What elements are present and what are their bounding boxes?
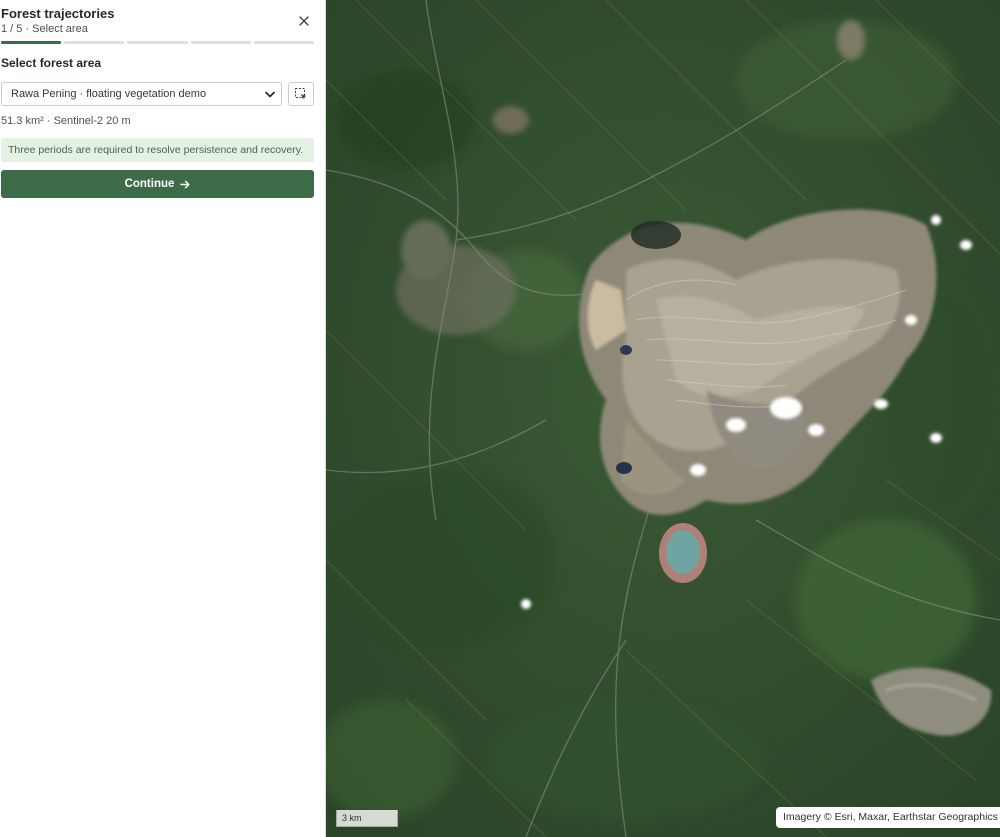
- info-notice: Three periods are required to resolve pe…: [1, 138, 314, 162]
- map-attribution: Imagery © Esri, Maxar, Earthstar Geograp…: [776, 807, 1000, 828]
- continue-button[interactable]: Continue: [1, 170, 314, 198]
- progress-step-5: [253, 41, 315, 44]
- sidebar-panel: Forest trajectories 1 / 5 · Select area …: [0, 0, 326, 837]
- close-icon: [299, 16, 309, 26]
- progress-step-1: [1, 41, 62, 44]
- forest-area-select[interactable]: Rawa Pening · floating vegetation demo: [1, 82, 282, 106]
- arrow-right-icon: [180, 180, 190, 188]
- close-button[interactable]: [294, 11, 314, 31]
- area-size-info: 51.3 km² · Sentinel-2 20 m: [1, 115, 131, 127]
- step-progress-bar: [1, 41, 315, 44]
- map-view[interactable]: 3 km Imagery © Esri, Maxar, Earthstar Ge…: [326, 0, 1000, 837]
- forest-area-select-value: Rawa Pening · floating vegetation demo: [11, 88, 207, 100]
- panel-title: Forest trajectories: [1, 6, 115, 21]
- map-scale-bar: 3 km: [336, 810, 398, 827]
- draw-selection-icon: [295, 88, 307, 100]
- satellite-imagery: [326, 0, 1000, 837]
- progress-step-4: [190, 41, 251, 44]
- progress-step-3: [127, 41, 188, 44]
- section-title: Select forest area: [1, 56, 102, 70]
- continue-button-label: Continue: [124, 178, 175, 190]
- chevron-down-icon: [262, 86, 278, 102]
- progress-step-2: [64, 41, 125, 44]
- step-indicator: 1 / 5 · Select area: [1, 23, 88, 35]
- draw-area-button[interactable]: [288, 82, 314, 106]
